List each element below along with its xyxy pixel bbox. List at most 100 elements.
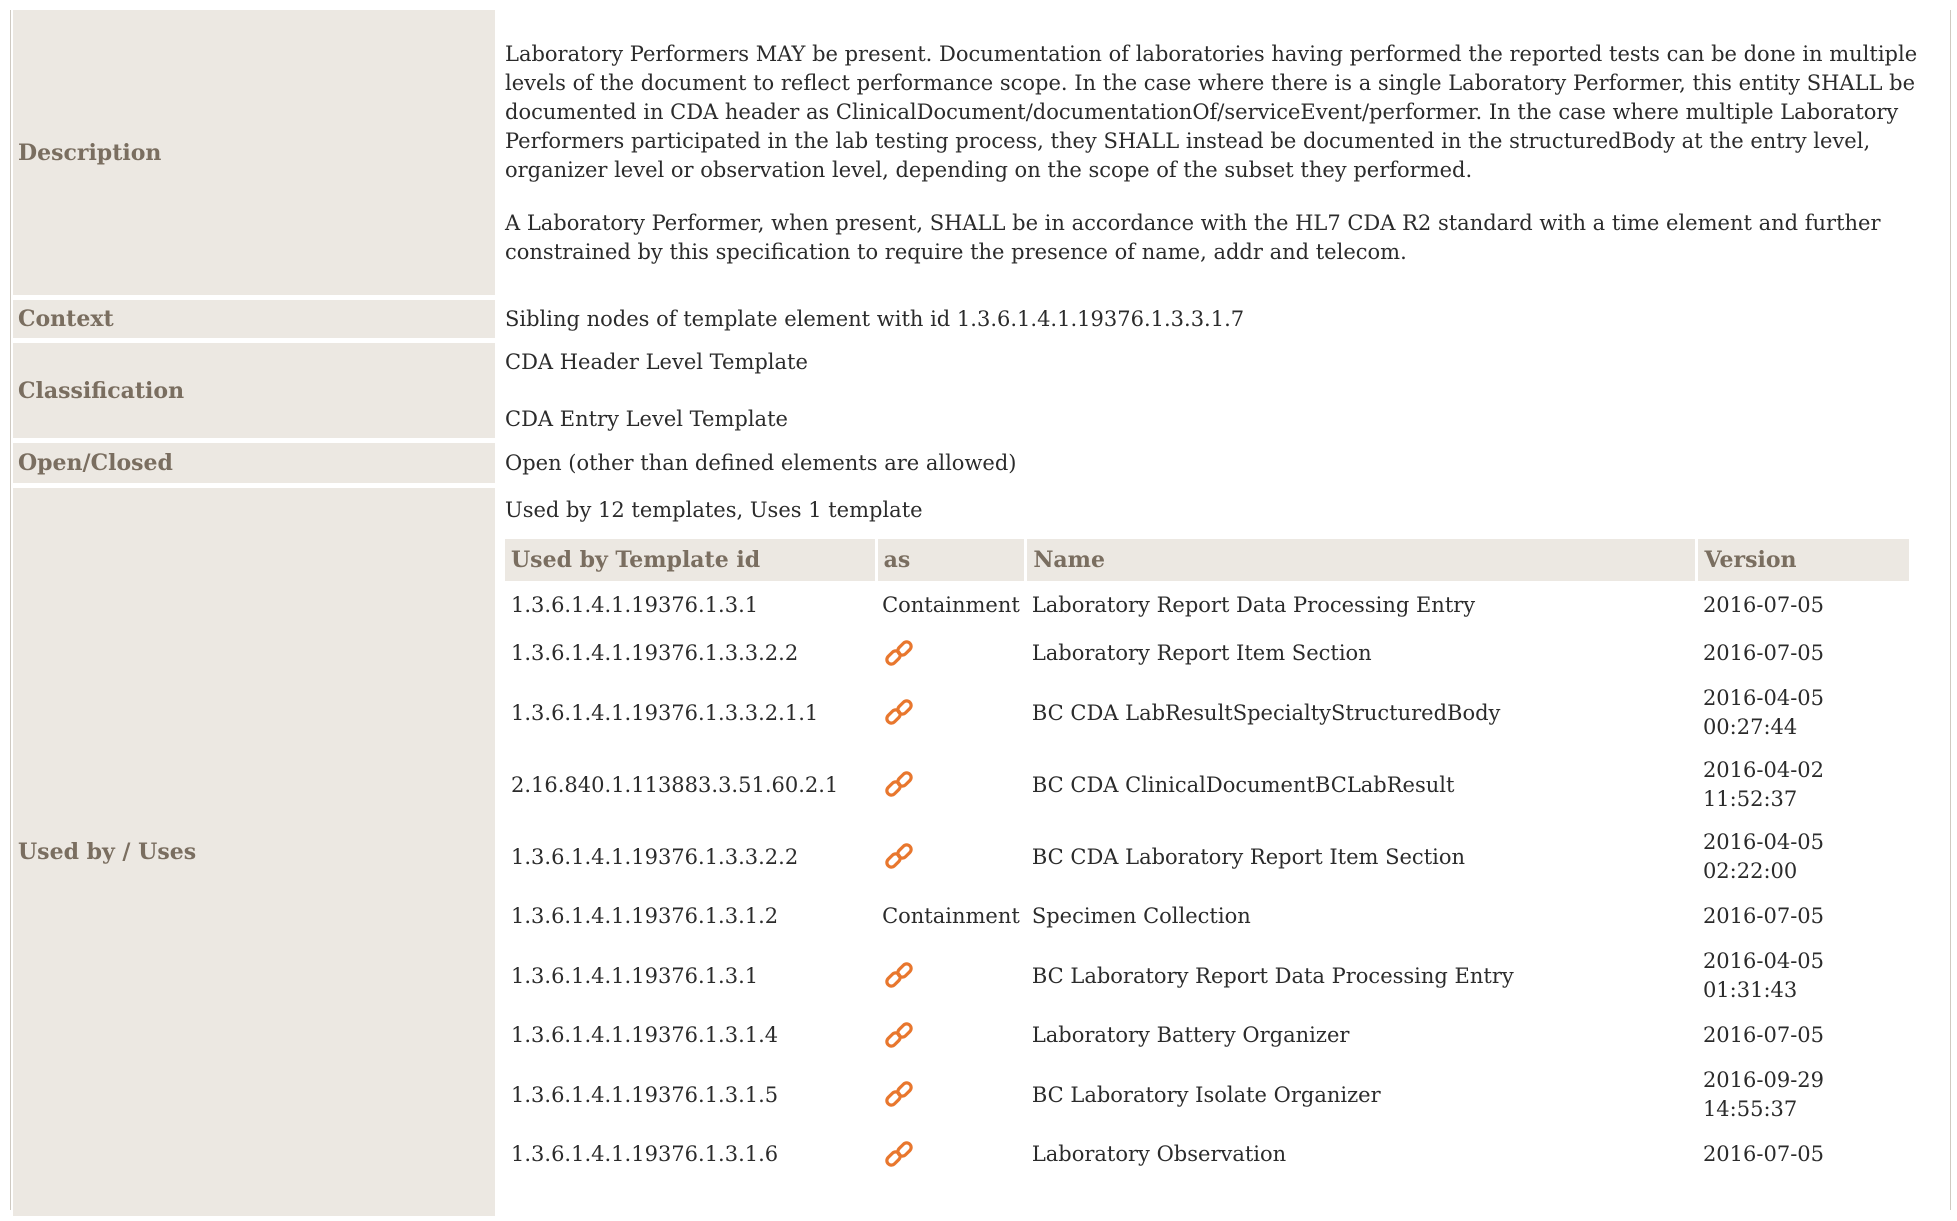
template-id-cell: 1.3.6.1.4.1.19376.1.3.3.2.2 <box>511 844 799 869</box>
version-date: 2016-04-05 <box>1702 949 1825 973</box>
open-closed-label: Open/Closed <box>13 443 495 483</box>
template-name-cell: BC CDA ClinicalDocumentBCLabResult <box>1031 772 1455 797</box>
version-cell: 2016-04-05 01:31:43 <box>1697 940 1909 1012</box>
table-row: 1.3.6.1.4.1.19376.1.3.1.5 BC Laboratory I… <box>505 1059 1909 1131</box>
as-cell <box>876 677 1026 749</box>
as-cell <box>876 1012 1026 1059</box>
link-chain-icon[interactable] <box>882 840 916 874</box>
as-cell <box>876 749 1026 821</box>
version-date: 2016-04-05 <box>1702 686 1825 710</box>
link-chain-icon[interactable] <box>882 1138 916 1172</box>
version-time: 01:31:43 <box>1702 978 1798 1002</box>
template-id-cell: 1.3.6.1.4.1.19376.1.3.1.4 <box>511 1023 779 1047</box>
template-id-cell: 1.3.6.1.4.1.19376.1.3.3.2.1.1 <box>511 700 819 725</box>
as-cell: Containment <box>882 904 1020 928</box>
classification-value: CDA Header Level Template CDA Entry Leve… <box>495 343 1949 438</box>
used-by-value: Used by 12 templates, Uses 1 template Us… <box>495 488 1949 1216</box>
table-row: 1.3.6.1.4.1.19376.1.3.3.2.2 Laboratory Re… <box>505 630 1909 677</box>
as-cell: Containment <box>882 593 1020 617</box>
context-value: Sibling nodes of template element with i… <box>505 306 1245 331</box>
template-name-cell: Laboratory Report Data Processing Entry <box>1031 593 1476 617</box>
as-cell <box>876 821 1026 893</box>
template-name-cell: BC CDA Laboratory Report Item Section <box>1031 844 1466 869</box>
version-cell: 2016-04-02 11:52:37 <box>1697 749 1909 821</box>
as-cell <box>876 1059 1026 1131</box>
template-name-cell: BC Laboratory Report Data Processing Ent… <box>1031 963 1514 988</box>
version-cell: 2016-07-05 <box>1697 1131 1909 1178</box>
column-header-as[interactable]: as <box>876 539 1028 581</box>
link-chain-icon[interactable] <box>882 637 916 671</box>
column-header-template-id[interactable]: Used by Template id <box>505 539 878 581</box>
context-label: Context <box>13 300 495 338</box>
classification-value-1: CDA Header Level Template <box>505 349 808 374</box>
context-row: Context Sibling nodes of template elemen… <box>13 300 1949 338</box>
classification-value-2: CDA Entry Level Template <box>505 406 788 431</box>
link-chain-icon[interactable] <box>882 1019 916 1053</box>
version-date: 2016-07-05 <box>1702 641 1825 665</box>
version-date: 2016-07-05 <box>1702 1142 1825 1166</box>
used-by-summary: Used by 12 templates, Uses 1 template <box>505 498 923 522</box>
template-name-cell: BC Laboratory Isolate Organizer <box>1031 1082 1381 1107</box>
link-chain-icon[interactable] <box>882 959 916 993</box>
version-cell: 2016-04-05 02:22:00 <box>1697 821 1909 893</box>
template-properties-table: Description Laboratory Performers MAY be… <box>13 5 1949 1221</box>
link-chain-icon[interactable] <box>882 1078 916 1112</box>
template-id-cell: 1.3.6.1.4.1.19376.1.3.1.2 <box>511 904 779 928</box>
open-closed-value: Open (other than defined elements are al… <box>505 450 1017 475</box>
version-date: 2016-07-05 <box>1702 1023 1825 1047</box>
table-row: 2.16.840.1.113883.3.51.60.2.1 BC CDA Clin… <box>505 749 1909 821</box>
column-header-version[interactable]: Version <box>1696 539 1909 581</box>
table-row: 1.3.6.1.4.1.19376.1.3.1.2 Containment Spec… <box>505 893 1909 940</box>
template-name-cell: Laboratory Report Item Section <box>1031 641 1372 665</box>
template-id-cell: 2.16.840.1.113883.3.51.60.2.1 <box>511 772 839 797</box>
template-id-cell: 1.3.6.1.4.1.19376.1.3.3.2.2 <box>511 641 799 665</box>
template-name-cell: Laboratory Observation <box>1031 1142 1287 1166</box>
used-by-header-row: Used by Template id as Name Version <box>505 539 1909 581</box>
description-value: Laboratory Performers MAY be present. Do… <box>495 10 1949 295</box>
template-id-cell: 1.3.6.1.4.1.19376.1.3.1.6 <box>511 1142 779 1166</box>
link-chain-icon[interactable] <box>882 768 916 802</box>
version-time: 02:22:00 <box>1702 859 1798 883</box>
template-id-cell: 1.3.6.1.4.1.19376.1.3.1.5 <box>511 1082 779 1107</box>
table-row: 1.3.6.1.4.1.19376.1.3.1 Containment Labora… <box>505 581 1909 630</box>
description-paragraph-1: Laboratory Performers MAY be present. Do… <box>505 42 1918 182</box>
as-cell <box>876 940 1026 1012</box>
table-row: 1.3.6.1.4.1.19376.1.3.3.2.1.1 BC CDA LabR… <box>505 677 1909 749</box>
as-cell <box>876 1131 1026 1178</box>
column-header-name[interactable]: Name <box>1025 539 1699 581</box>
description-label: Description <box>13 10 495 295</box>
template-name-cell: BC CDA LabResultSpecialtyStructuredBody <box>1031 700 1501 725</box>
template-id-cell: 1.3.6.1.4.1.19376.1.3.1 <box>511 593 759 617</box>
version-date: 2016-04-02 <box>1702 758 1825 782</box>
version-cell: 2016-07-05 <box>1697 893 1909 940</box>
used-by-table: Used by Template id as Name Version 1.3.… <box>505 539 1909 1178</box>
version-time: 11:52:37 <box>1702 787 1798 811</box>
version-cell: 2016-09-29 14:55:37 <box>1697 1059 1909 1131</box>
table-row: 1.3.6.1.4.1.19376.1.3.1.6 Laboratory Obse… <box>505 1131 1909 1178</box>
template-name-cell: Laboratory Battery Organizer <box>1031 1023 1350 1047</box>
template-id-cell: 1.3.6.1.4.1.19376.1.3.1 <box>511 963 759 988</box>
description-paragraph-2: A Laboratory Performer, when present, SH… <box>505 211 1881 264</box>
version-time: 14:55:37 <box>1702 1097 1798 1121</box>
version-date: 2016-07-05 <box>1702 904 1825 928</box>
version-date: 2016-09-29 <box>1702 1068 1825 1092</box>
template-name-cell: Specimen Collection <box>1031 904 1251 928</box>
version-date: 2016-04-05 <box>1702 830 1825 854</box>
as-cell <box>876 630 1026 677</box>
used-by-row: Used by / Uses Used by 12 templates, Use… <box>13 488 1949 1216</box>
used-by-label: Used by / Uses <box>13 488 495 1216</box>
version-cell: 2016-07-05 <box>1697 630 1909 677</box>
classification-label: Classification <box>13 343 495 438</box>
classification-row: Classification CDA Header Level Template… <box>13 343 1949 438</box>
open-closed-row: Open/Closed Open (other than defined ele… <box>13 443 1949 483</box>
version-cell: 2016-07-05 <box>1697 581 1909 630</box>
description-row: Description Laboratory Performers MAY be… <box>13 10 1949 295</box>
version-date: 2016-07-05 <box>1702 593 1825 617</box>
version-time: 00:27:44 <box>1702 715 1798 739</box>
version-cell: 2016-07-05 <box>1697 1012 1909 1059</box>
link-chain-icon[interactable] <box>882 696 916 730</box>
table-row: 1.3.6.1.4.1.19376.1.3.3.2.2 BC CDA Labora… <box>505 821 1909 893</box>
table-row: 1.3.6.1.4.1.19376.1.3.1.4 Laboratory Batt… <box>505 1012 1909 1059</box>
version-cell: 2016-04-05 00:27:44 <box>1697 677 1909 749</box>
table-row: 1.3.6.1.4.1.19376.1.3.1 BC Laboratory Rep… <box>505 940 1909 1012</box>
